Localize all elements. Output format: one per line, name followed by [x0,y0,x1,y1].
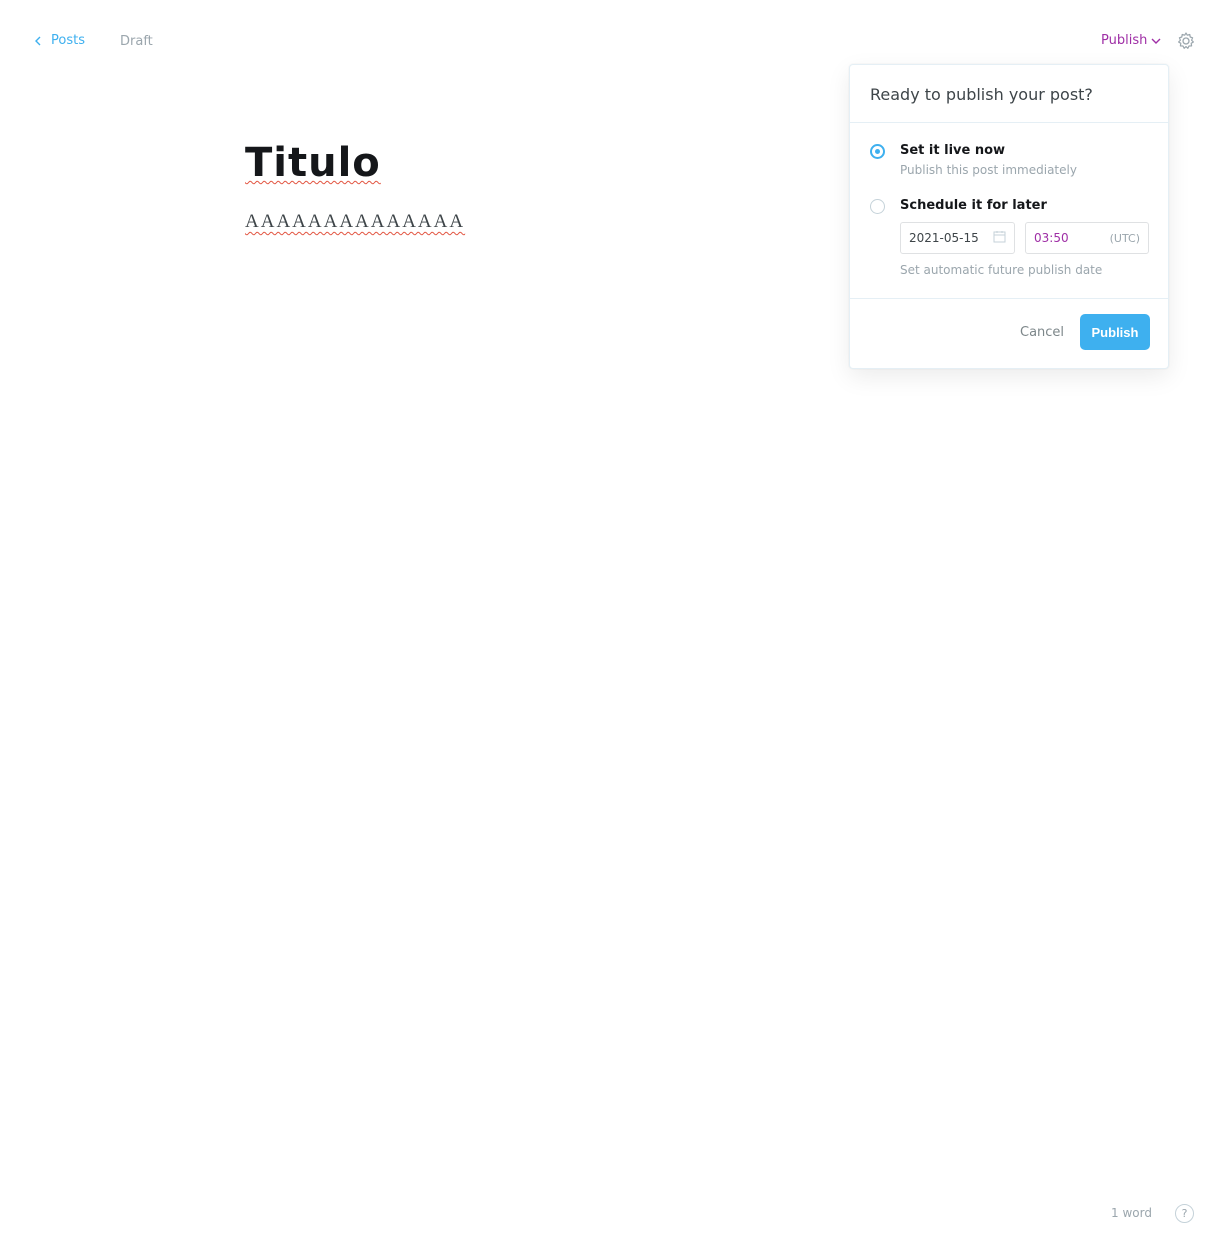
help-icon: ? [1181,1207,1188,1220]
back-to-posts-link[interactable]: Posts [33,33,85,48]
publish-now-option[interactable]: Set it live now Publish this post immedi… [870,143,1077,177]
publish-date-input[interactable]: 2021-05-15 [900,222,1015,254]
publish-now-radio[interactable] [870,144,885,159]
timezone-label: (UTC) [1109,231,1140,245]
back-link-label: Posts [51,33,85,48]
schedule-later-radio[interactable] [870,199,885,214]
post-status: Draft [120,34,153,49]
publish-time-value: 03:50 [1034,231,1069,245]
popover-heading: Ready to publish your post? [850,65,1168,123]
chevron-down-icon [1151,38,1161,44]
publish-time-input[interactable]: 03:50 (UTC) [1025,222,1149,254]
schedule-later-option[interactable]: Schedule it for later [870,198,1047,214]
publish-popover: Ready to publish your post? Set it live … [849,64,1169,369]
publish-menu-label: Publish [1101,33,1148,48]
cancel-button[interactable]: Cancel [1020,325,1064,340]
publish-now-label: Set it live now [900,143,1006,158]
post-title-field[interactable]: Titulo [245,135,805,191]
schedule-hint: Set automatic future publish date [900,263,1103,277]
publish-now-description: Publish this post immediately [900,163,1077,177]
post-body-field[interactable]: AAAAAAAAAAAAAA [245,209,805,235]
word-count: 1 word [1111,1206,1152,1220]
chevron-left-icon [35,36,41,45]
gear-icon [1178,32,1194,49]
schedule-later-label: Schedule it for later [900,198,1047,213]
publish-menu-trigger[interactable]: Publish [1101,33,1161,48]
popover-footer: Cancel Publish [850,298,1168,368]
publish-date-value: 2021-05-15 [909,231,979,245]
help-button[interactable]: ? [1175,1204,1194,1223]
calendar-icon[interactable] [993,230,1006,246]
settings-button[interactable] [1176,31,1196,51]
publish-button[interactable]: Publish [1080,314,1150,350]
post-editor: Titulo AAAAAAAAAAAAAA [245,135,805,235]
schedule-datetime: 2021-05-15 03:50 (UTC) [900,222,1149,254]
